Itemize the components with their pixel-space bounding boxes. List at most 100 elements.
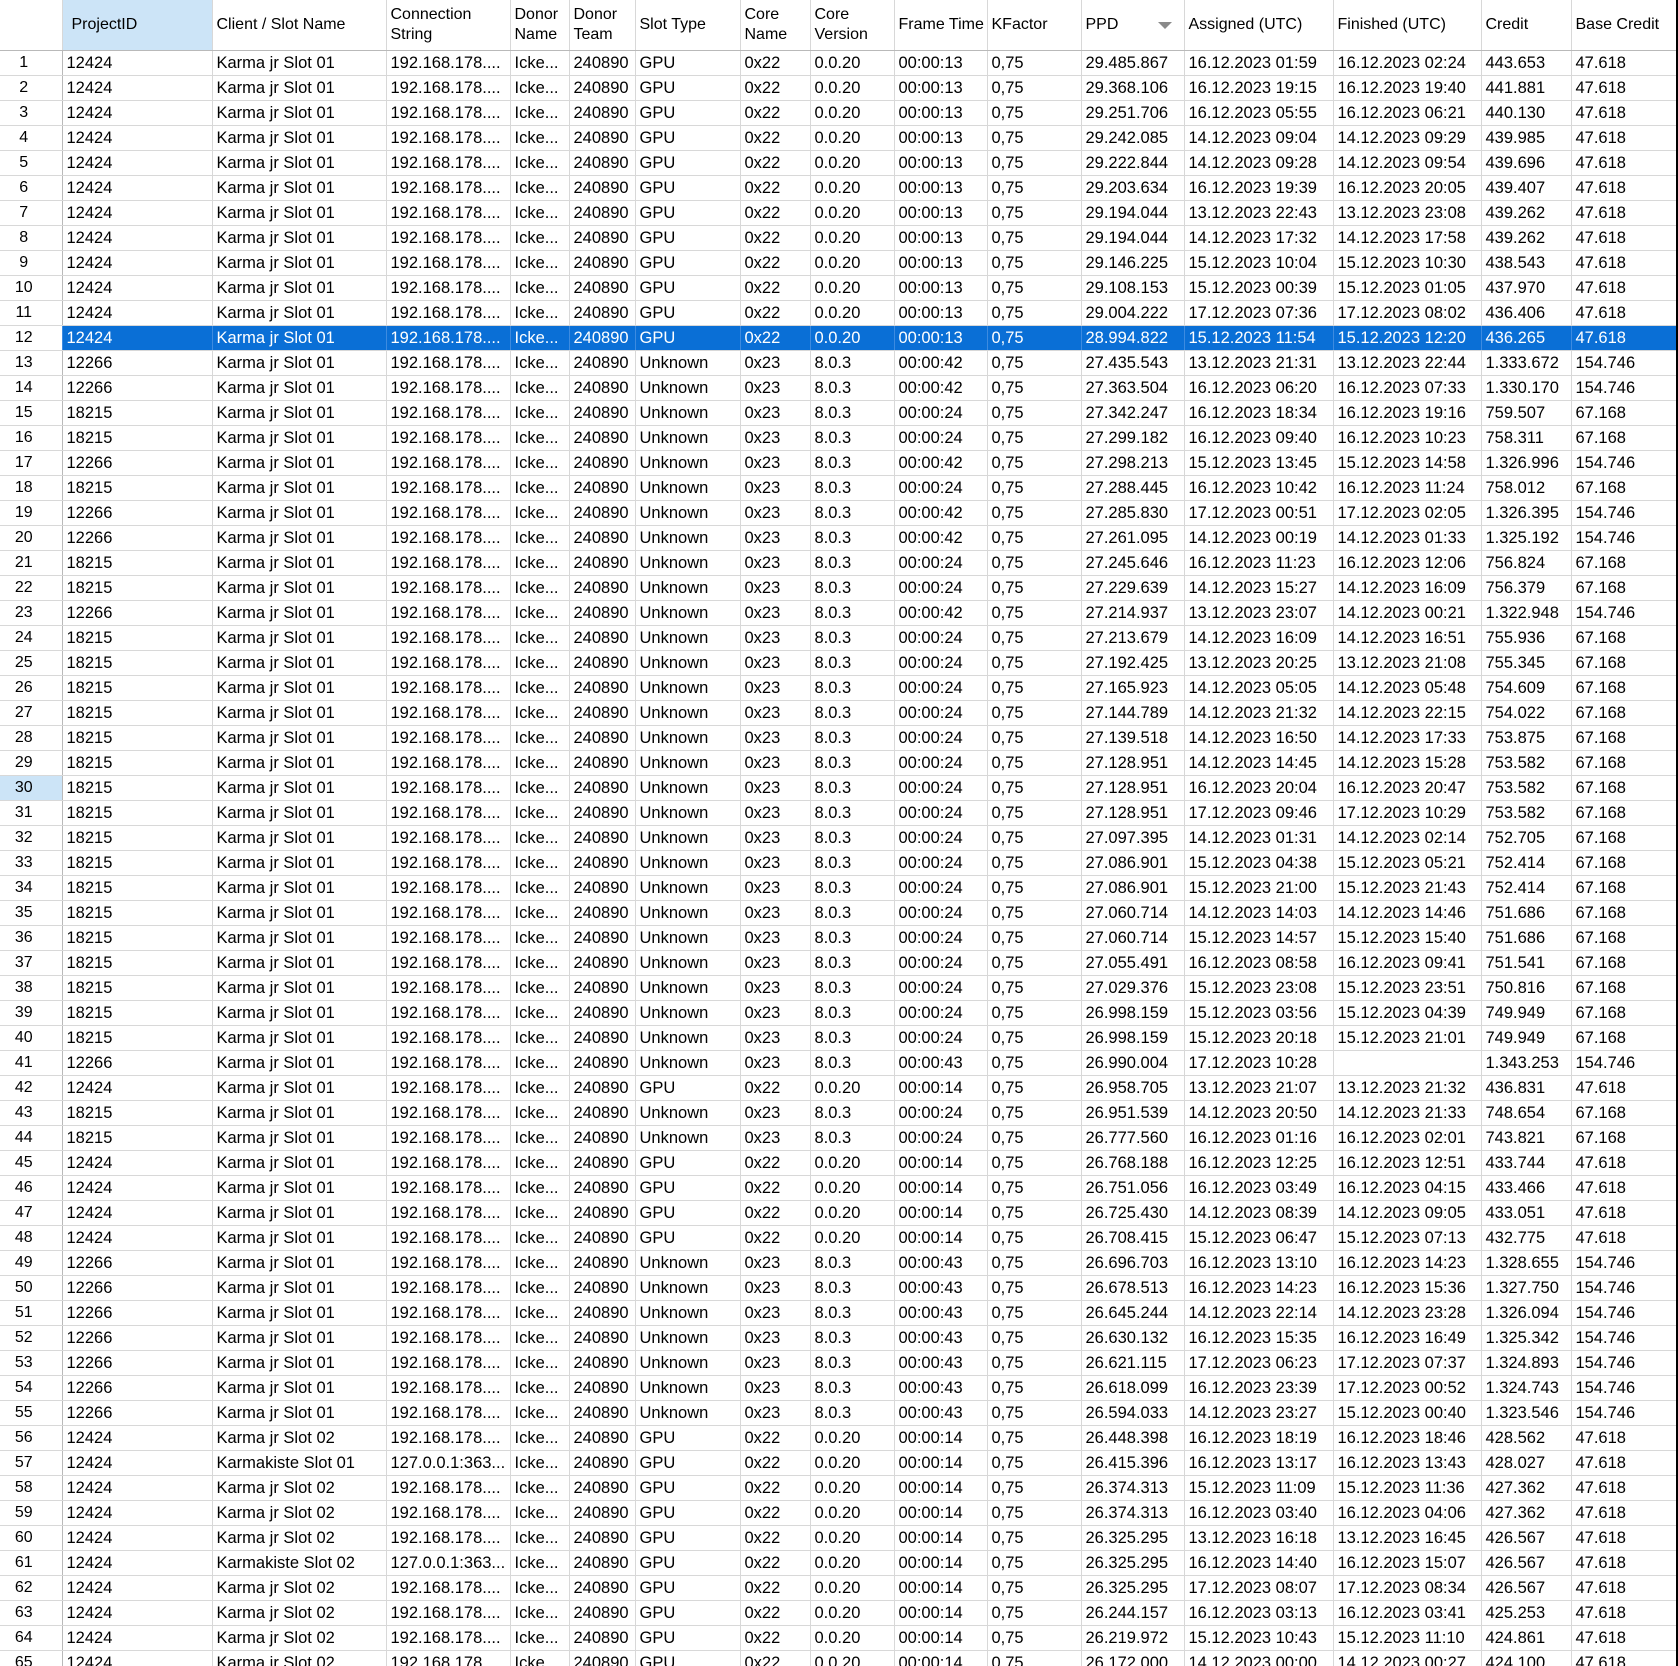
- cell-donor-team[interactable]: 240890: [569, 950, 636, 976]
- cell-kfactor[interactable]: 0,75: [987, 850, 1082, 876]
- cell-client-slot[interactable]: Karma jr Slot 01: [212, 1050, 387, 1076]
- table-row[interactable]: 35 18215 Karma jr Slot 01 192.168.178.... Ic…: [0, 900, 1676, 926]
- cell-connection[interactable]: 192.168.178....: [386, 450, 511, 476]
- cell-project-id[interactable]: 18215: [62, 1125, 213, 1151]
- cell-finished[interactable]: 14.12.2023 09:05: [1333, 1200, 1482, 1226]
- cell-kfactor[interactable]: 0,75: [987, 1575, 1082, 1601]
- cell-project-id[interactable]: 12424: [62, 175, 213, 201]
- cell-kfactor[interactable]: 0,75: [987, 350, 1082, 376]
- cell-slot-type[interactable]: Unknown: [635, 725, 741, 751]
- cell-donor-team[interactable]: 240890: [569, 675, 636, 701]
- cell-project-id[interactable]: 18215: [62, 1025, 213, 1051]
- cell-slot-type[interactable]: Unknown: [635, 800, 741, 826]
- table-row[interactable]: 25 18215 Karma jr Slot 01 192.168.178.... Ic…: [0, 650, 1676, 676]
- cell-connection[interactable]: 192.168.178....: [386, 1475, 511, 1501]
- cell-connection[interactable]: 192.168.178....: [386, 1625, 511, 1651]
- cell-credit[interactable]: 1.327.750: [1481, 1275, 1572, 1301]
- cell-project-id[interactable]: 12424: [62, 1600, 213, 1626]
- cell-project-id[interactable]: 12424: [62, 300, 213, 326]
- cell-ppd[interactable]: 26.768.188: [1081, 1150, 1185, 1176]
- cell-core-name[interactable]: 0x23: [740, 375, 811, 401]
- cell-project-id[interactable]: 12424: [62, 275, 213, 301]
- cell-kfactor[interactable]: 0,75: [987, 900, 1082, 926]
- cell-kfactor[interactable]: 0,75: [987, 950, 1082, 976]
- cell-project-id[interactable]: 18215: [62, 550, 213, 576]
- cell-finished[interactable]: [1333, 1050, 1482, 1076]
- cell-frame-time[interactable]: 00:00:43: [894, 1350, 988, 1376]
- cell-kfactor[interactable]: 0,75: [987, 1525, 1082, 1551]
- cell-assigned[interactable]: 16.12.2023 05:55: [1184, 100, 1334, 126]
- cell-client-slot[interactable]: Karma jr Slot 02: [212, 1650, 387, 1666]
- cell-frame-time[interactable]: 00:00:24: [894, 575, 988, 601]
- cell-core-name[interactable]: 0x22: [740, 100, 811, 126]
- cell-ppd[interactable]: 27.097.395: [1081, 825, 1185, 851]
- cell-core-version[interactable]: 0.0.20: [810, 1450, 895, 1476]
- row-header[interactable]: 29: [0, 750, 63, 776]
- cell-assigned[interactable]: 15.12.2023 10:04: [1184, 250, 1334, 276]
- cell-donor-name[interactable]: Icke...: [510, 1475, 570, 1501]
- cell-finished[interactable]: 17.12.2023 08:02: [1333, 300, 1482, 326]
- cell-finished[interactable]: 15.12.2023 01:05: [1333, 275, 1482, 301]
- cell-credit[interactable]: 748.654: [1481, 1100, 1572, 1126]
- cell-ppd[interactable]: 29.146.225: [1081, 250, 1185, 276]
- cell-client-slot[interactable]: Karma jr Slot 01: [212, 1025, 387, 1051]
- cell-donor-name[interactable]: Icke...: [510, 1000, 570, 1026]
- cell-core-version[interactable]: 0.0.20: [810, 1625, 895, 1651]
- cell-kfactor[interactable]: 0,75: [987, 425, 1082, 451]
- table-row[interactable]: 40 18215 Karma jr Slot 01 192.168.178.... Ic…: [0, 1025, 1676, 1051]
- cell-kfactor[interactable]: 0,75: [987, 50, 1082, 76]
- cell-client-slot[interactable]: Karma jr Slot 01: [212, 550, 387, 576]
- cell-finished[interactable]: 14.12.2023 00:21: [1333, 600, 1482, 626]
- cell-credit[interactable]: 743.821: [1481, 1125, 1572, 1151]
- table-row[interactable]: 14 12266 Karma jr Slot 01 192.168.178.... Ic…: [0, 375, 1676, 401]
- cell-donor-team[interactable]: 240890: [569, 850, 636, 876]
- table-row[interactable]: 39 18215 Karma jr Slot 01 192.168.178.... Ic…: [0, 1000, 1676, 1026]
- cell-donor-name[interactable]: Icke...: [510, 1400, 570, 1426]
- cell-credit[interactable]: 753.582: [1481, 750, 1572, 776]
- cell-slot-type[interactable]: GPU: [635, 1600, 741, 1626]
- cell-core-version[interactable]: 8.0.3: [810, 925, 895, 951]
- table-row[interactable]: 4 12424 Karma jr Slot 01 192.168.178.... Ick…: [0, 125, 1676, 151]
- cell-core-name[interactable]: 0x23: [740, 550, 811, 576]
- cell-project-id[interactable]: 18215: [62, 750, 213, 776]
- cell-core-version[interactable]: 8.0.3: [810, 1250, 895, 1276]
- cell-finished[interactable]: 16.12.2023 03:41: [1333, 1600, 1482, 1626]
- cell-slot-type[interactable]: Unknown: [635, 875, 741, 901]
- cell-credit[interactable]: 753.582: [1481, 800, 1572, 826]
- cell-frame-time[interactable]: 00:00:13: [894, 150, 988, 176]
- cell-core-version[interactable]: 8.0.3: [810, 1100, 895, 1126]
- row-header[interactable]: 8: [0, 225, 63, 251]
- cell-client-slot[interactable]: Karmakiste Slot 01: [212, 1450, 387, 1476]
- table-row[interactable]: 23 12266 Karma jr Slot 01 192.168.178.... Ic…: [0, 600, 1676, 626]
- cell-core-name[interactable]: 0x23: [740, 750, 811, 776]
- cell-kfactor[interactable]: 0,75: [987, 650, 1082, 676]
- cell-credit[interactable]: 759.507: [1481, 400, 1572, 426]
- table-row[interactable]: 24 18215 Karma jr Slot 01 192.168.178.... Ic…: [0, 625, 1676, 651]
- cell-donor-team[interactable]: 240890: [569, 1225, 636, 1251]
- cell-base-credit[interactable]: 67.168: [1571, 775, 1676, 801]
- cell-frame-time[interactable]: 00:00:43: [894, 1050, 988, 1076]
- cell-core-version[interactable]: 8.0.3: [810, 750, 895, 776]
- column-header-kfactor[interactable]: KFactor: [987, 0, 1082, 51]
- cell-assigned[interactable]: 16.12.2023 20:04: [1184, 775, 1334, 801]
- cell-slot-type[interactable]: GPU: [635, 50, 741, 76]
- cell-frame-time[interactable]: 00:00:24: [894, 700, 988, 726]
- cell-frame-time[interactable]: 00:00:24: [894, 675, 988, 701]
- cell-core-name[interactable]: 0x22: [740, 250, 811, 276]
- cell-client-slot[interactable]: Karma jr Slot 01: [212, 1175, 387, 1201]
- cell-frame-time[interactable]: 00:00:13: [894, 175, 988, 201]
- cell-kfactor[interactable]: 0,75: [987, 1500, 1082, 1526]
- cell-client-slot[interactable]: Karma jr Slot 01: [212, 975, 387, 1001]
- cell-donor-team[interactable]: 240890: [569, 100, 636, 126]
- row-header[interactable]: 10: [0, 275, 63, 301]
- cell-assigned[interactable]: 16.12.2023 08:58: [1184, 950, 1334, 976]
- cell-assigned[interactable]: 13.12.2023 22:43: [1184, 200, 1334, 226]
- cell-client-slot[interactable]: Karma jr Slot 01: [212, 75, 387, 101]
- cell-frame-time[interactable]: 00:00:14: [894, 1650, 988, 1666]
- cell-donor-name[interactable]: Icke...: [510, 225, 570, 251]
- cell-ppd[interactable]: 26.325.295: [1081, 1550, 1185, 1576]
- cell-connection[interactable]: 192.168.178....: [386, 900, 511, 926]
- table-row[interactable]: 42 12424 Karma jr Slot 01 192.168.178.... Ic…: [0, 1075, 1676, 1101]
- cell-donor-name[interactable]: Icke...: [510, 525, 570, 551]
- cell-credit[interactable]: 758.012: [1481, 475, 1572, 501]
